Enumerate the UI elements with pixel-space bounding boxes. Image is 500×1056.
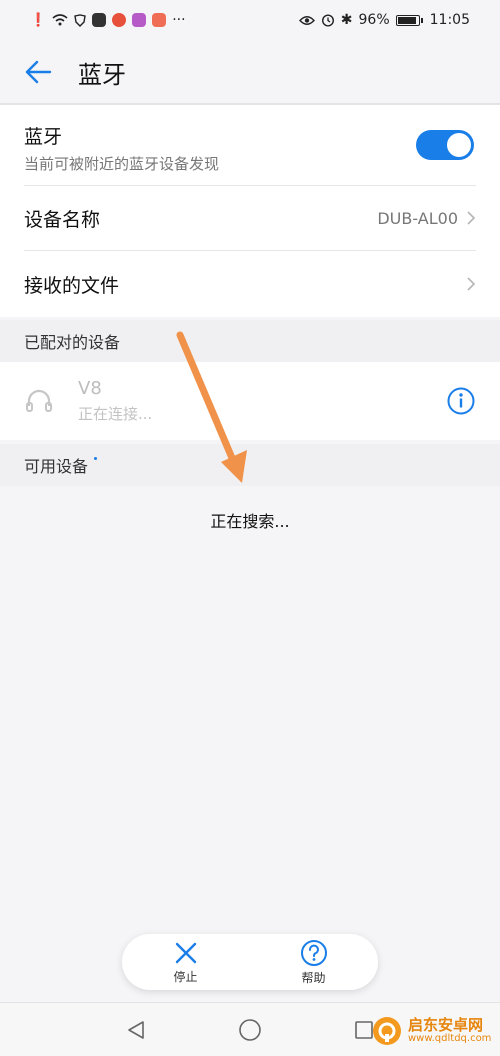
- help-label: 帮助: [301, 970, 326, 985]
- vpn-shield-icon: [74, 13, 86, 27]
- help-icon: [300, 939, 327, 966]
- status-right: ✱ 96% 11:05: [298, 12, 470, 28]
- more-notifications-icon: ···: [172, 12, 186, 28]
- alarm-icon: [321, 14, 334, 27]
- app-bar: 蓝牙: [0, 40, 500, 104]
- app-notification-icon: [132, 13, 147, 27]
- arrow-left-icon: [25, 60, 52, 84]
- watermark-url: www.qdltdq.com: [408, 1032, 492, 1044]
- watermark-name: 启东安卓网: [408, 1015, 484, 1034]
- device-name-value: DUB-AL00: [377, 208, 458, 228]
- bottom-action-bar: 停止 帮助: [122, 934, 378, 990]
- watermark-text: 启东安卓网 www.qdltdq.com: [408, 1015, 492, 1044]
- loading-dot-icon: [94, 456, 98, 460]
- device-name-label: 设备名称: [24, 208, 101, 231]
- searching-text: 正在搜索...: [210, 512, 290, 531]
- received-files-label: 接收的文件: [24, 274, 120, 297]
- switch-knob: [447, 133, 471, 157]
- status-bar: ❗ ··· ✱ 96% 11:05: [0, 0, 500, 40]
- battery-percent: 96%: [358, 12, 390, 28]
- device-name-value-group: DUB-AL00: [377, 209, 476, 228]
- nav-back-icon[interactable]: [125, 1019, 147, 1041]
- nav-home-icon[interactable]: [238, 1018, 262, 1042]
- bluetooth-switch[interactable]: [416, 130, 474, 160]
- app-notification-icon: [92, 13, 107, 27]
- paired-device-row[interactable]: V8 正在连接...: [0, 362, 500, 440]
- bluetooth-row-subtitle: 当前可被附近的蓝牙设备发现: [24, 155, 220, 173]
- sim-alert-icon: ❗: [30, 12, 47, 28]
- bluetooth-row-title: 蓝牙: [24, 126, 63, 148]
- headset-icon: [26, 389, 52, 412]
- battery-icon: [395, 14, 423, 26]
- available-devices-label: 可用设备: [24, 457, 89, 476]
- info-icon[interactable]: [446, 386, 476, 416]
- app-notification-icon: [152, 13, 167, 27]
- watermark-logo-icon: [373, 1017, 401, 1045]
- page-title: 蓝牙: [78, 60, 126, 89]
- received-files-row[interactable]: 接收的文件: [0, 251, 500, 317]
- chevron-right-icon: [467, 277, 476, 291]
- paired-device-text: V8 正在连接...: [78, 378, 152, 424]
- paired-device-status: 正在连接...: [78, 405, 153, 423]
- help-button[interactable]: 帮助: [300, 939, 328, 986]
- eye-comfort-icon: [298, 15, 315, 25]
- wifi-icon: [52, 14, 68, 26]
- paired-devices-header: 已配对的设备: [0, 320, 500, 362]
- watermark: 启东安卓网 www.qdltdq.com: [372, 1016, 491, 1046]
- back-button[interactable]: [16, 50, 60, 94]
- close-icon: [175, 942, 196, 963]
- stop-button[interactable]: 停止: [173, 940, 199, 985]
- clock: 11:05: [429, 12, 470, 28]
- paired-device-name: V8: [78, 378, 102, 399]
- chevron-right-icon: [467, 211, 476, 225]
- app-notification-icon: [112, 13, 127, 27]
- status-left: ❗ ···: [30, 12, 186, 28]
- bluetooth-status-icon: ✱: [340, 12, 353, 28]
- available-devices-header: 可用设备: [0, 444, 500, 486]
- stop-label: 停止: [173, 969, 198, 984]
- device-name-row[interactable]: 设备名称 DUB-AL00: [0, 186, 500, 250]
